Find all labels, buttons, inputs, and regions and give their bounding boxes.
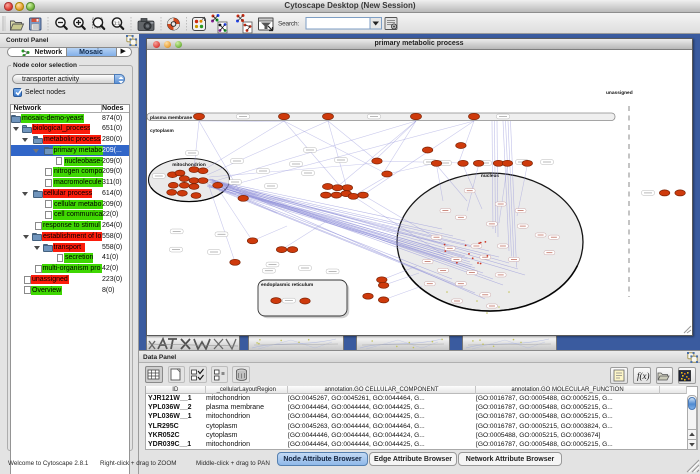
svg-text:unassigned: unassigned bbox=[606, 90, 633, 96]
svg-text:endoplasmic reticulum: endoplasmic reticulum bbox=[261, 282, 313, 288]
svg-text:1:1: 1:1 bbox=[114, 21, 121, 26]
svg-text:f​(x): f​(x) bbox=[637, 371, 650, 381]
svg-text:plasma membrane: plasma membrane bbox=[150, 114, 192, 120]
svg-text:nucleus: nucleus bbox=[480, 173, 498, 179]
svg-text:Search:: Search: bbox=[278, 21, 299, 28]
svg-text:mitochondrion: mitochondrion bbox=[172, 162, 206, 168]
svg-text:cytoplasm: cytoplasm bbox=[150, 128, 174, 134]
